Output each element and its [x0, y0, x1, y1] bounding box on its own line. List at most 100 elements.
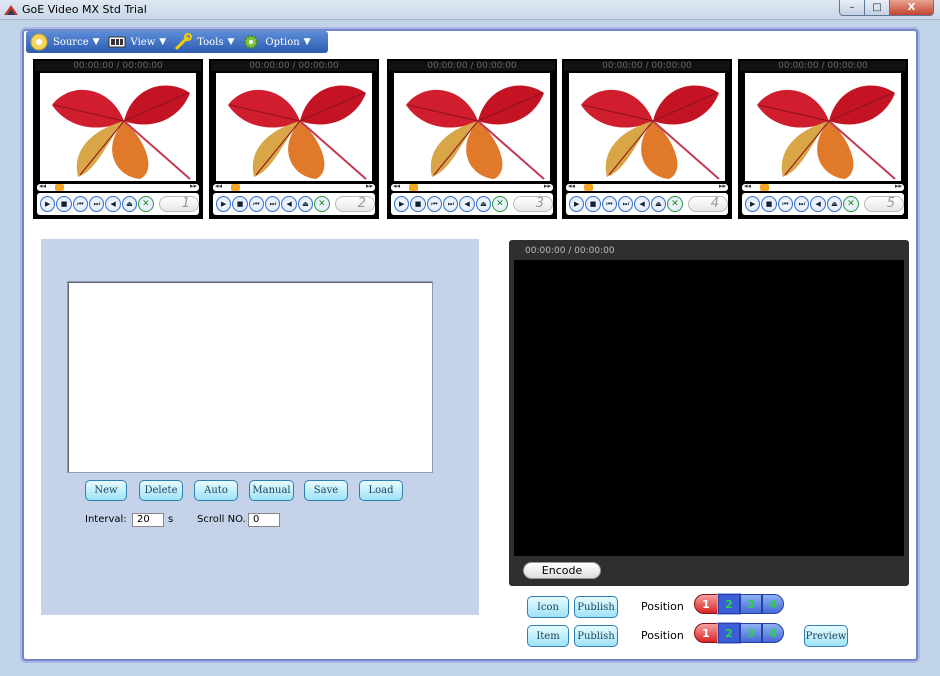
eject-icon[interactable]: ⏏: [826, 196, 843, 212]
next-icon[interactable]: ⏭: [618, 196, 634, 212]
volume-icon[interactable]: ◀: [634, 196, 650, 212]
next-icon[interactable]: ⏭: [89, 196, 105, 212]
item-position-2[interactable]: 2: [717, 622, 741, 644]
eject-icon[interactable]: ⏏: [475, 196, 492, 212]
volume-icon[interactable]: ◀: [459, 196, 475, 212]
leaf-image: [216, 73, 372, 181]
previous-icon[interactable]: ⏮: [601, 196, 618, 212]
thumbnail-preview[interactable]: [40, 73, 196, 181]
seek-bar[interactable]: ◂◂ ▸▸: [566, 182, 728, 191]
auto-button[interactable]: Auto: [194, 480, 238, 501]
previous-icon[interactable]: ⏮: [426, 196, 443, 212]
thumbnail-preview[interactable]: [216, 73, 372, 181]
app-logo-icon: [4, 5, 18, 15]
item-button[interactable]: Item: [527, 625, 569, 647]
close-icon[interactable]: ✕: [492, 196, 508, 212]
play-icon[interactable]: ▶: [216, 196, 232, 212]
eject-icon[interactable]: ⏏: [297, 196, 314, 212]
next-icon[interactable]: ⏭: [794, 196, 810, 212]
previous-icon[interactable]: ⏮: [248, 196, 265, 212]
item-publish-button[interactable]: Publish: [574, 625, 618, 647]
seek-handle[interactable]: [584, 184, 593, 191]
close-button[interactable]: X: [890, 0, 934, 16]
icon-button[interactable]: Icon: [527, 596, 569, 618]
icon-publish-button[interactable]: Publish: [574, 596, 618, 618]
thumbnail-timecode: 00:00:00 / 00:00:00: [35, 61, 201, 71]
volume-icon[interactable]: ◀: [810, 196, 826, 212]
seek-handle[interactable]: [55, 184, 64, 191]
interval-input[interactable]: 20: [132, 513, 164, 527]
stop-icon[interactable]: ■: [410, 196, 426, 212]
seek-bar[interactable]: ◂◂ ▸▸: [391, 182, 553, 191]
item-position-4[interactable]: 4: [762, 623, 784, 643]
icon-position-4[interactable]: 4: [762, 594, 784, 614]
leaf-image: [745, 73, 901, 181]
play-icon[interactable]: ▶: [569, 196, 585, 212]
icon-position-3[interactable]: 3: [740, 594, 762, 614]
close-icon[interactable]: ✕: [667, 196, 683, 212]
play-icon[interactable]: ▶: [745, 196, 761, 212]
thumbnail-preview[interactable]: [569, 73, 725, 181]
previous-icon[interactable]: ⏮: [72, 196, 89, 212]
minimize-button[interactable]: –: [839, 0, 865, 16]
play-icon[interactable]: ▶: [394, 196, 410, 212]
title-bar: GoE Video MX Std Trial – □ X: [0, 0, 940, 20]
preview-timecode: 00:00:00 / 00:00:00: [525, 246, 615, 256]
disc-icon: [30, 33, 48, 51]
player-number: 1: [158, 196, 200, 212]
scroll-no-input[interactable]: 0: [248, 513, 280, 527]
volume-icon[interactable]: ◀: [281, 196, 297, 212]
manual-button[interactable]: Manual: [249, 480, 294, 501]
player-number: 2: [334, 196, 376, 212]
item-position-1[interactable]: 1: [694, 623, 718, 643]
playlist-panel: New Delete Auto Manual Save Load Interva…: [41, 239, 479, 615]
thumbnail-player-2: 00:00:00 / 00:00:00 ◂◂ ▸▸ ▶ ■ ⏮ ⏭ ◀ ⏏ ✕ …: [209, 59, 379, 219]
eject-icon[interactable]: ⏏: [650, 196, 667, 212]
chevron-down-icon: ▼: [303, 37, 311, 47]
thumbnail-preview[interactable]: [745, 73, 901, 181]
item-position-3[interactable]: 3: [740, 623, 762, 643]
thumbnail-preview[interactable]: [394, 73, 550, 181]
menu-option[interactable]: Option ▼: [238, 31, 314, 53]
seek-bar[interactable]: ◂◂ ▸▸: [742, 182, 904, 191]
menu-tools[interactable]: Tools ▼: [170, 31, 238, 53]
seek-bar[interactable]: ◂◂ ▸▸: [213, 182, 375, 191]
menu-source[interactable]: Source ▼: [26, 31, 104, 53]
maximize-button[interactable]: □: [865, 0, 890, 16]
seek-bar[interactable]: ◂◂ ▸▸: [37, 182, 199, 191]
previous-icon[interactable]: ⏮: [777, 196, 794, 212]
menu-view[interactable]: View ▼: [104, 31, 171, 53]
thumbnail-timecode: 00:00:00 / 00:00:00: [564, 61, 730, 71]
eject-icon[interactable]: ⏏: [121, 196, 138, 212]
play-icon[interactable]: ▶: [40, 196, 56, 212]
next-icon[interactable]: ⏭: [443, 196, 459, 212]
delete-button[interactable]: Delete: [139, 480, 183, 501]
preview-button[interactable]: Preview: [804, 625, 848, 647]
stop-icon[interactable]: ■: [761, 196, 777, 212]
seek-handle[interactable]: [409, 184, 418, 191]
seek-handle[interactable]: [231, 184, 240, 191]
stop-icon[interactable]: ■: [585, 196, 601, 212]
wrench-icon: [175, 33, 193, 51]
close-icon[interactable]: ✕: [314, 196, 330, 212]
volume-icon[interactable]: ◀: [105, 196, 121, 212]
stop-icon[interactable]: ■: [56, 196, 72, 212]
next-icon[interactable]: ⏭: [265, 196, 281, 212]
icon-position-2[interactable]: 2: [717, 593, 741, 615]
preview-screen: [514, 260, 904, 556]
seek-handle[interactable]: [760, 184, 769, 191]
load-button[interactable]: Load: [359, 480, 403, 501]
encode-button[interactable]: Encode: [523, 562, 601, 579]
save-button[interactable]: Save: [304, 480, 348, 501]
chevron-down-icon: ▼: [227, 37, 235, 47]
stop-icon[interactable]: ■: [232, 196, 248, 212]
icon-position-1[interactable]: 1: [694, 594, 718, 614]
close-icon[interactable]: ✕: [138, 196, 154, 212]
rewind-icon: ◂◂: [568, 182, 576, 190]
player-controls: ▶ ■ ⏮ ⏭ ◀ ⏏ ✕ 2: [213, 193, 376, 215]
rewind-icon: ◂◂: [744, 182, 752, 190]
new-button[interactable]: New: [85, 480, 127, 501]
thumbnail-player-5: 00:00:00 / 00:00:00 ◂◂ ▸▸ ▶ ■ ⏮ ⏭ ◀ ⏏ ✕ …: [738, 59, 908, 219]
close-icon[interactable]: ✕: [843, 196, 859, 212]
playlist-listbox[interactable]: [67, 281, 433, 473]
